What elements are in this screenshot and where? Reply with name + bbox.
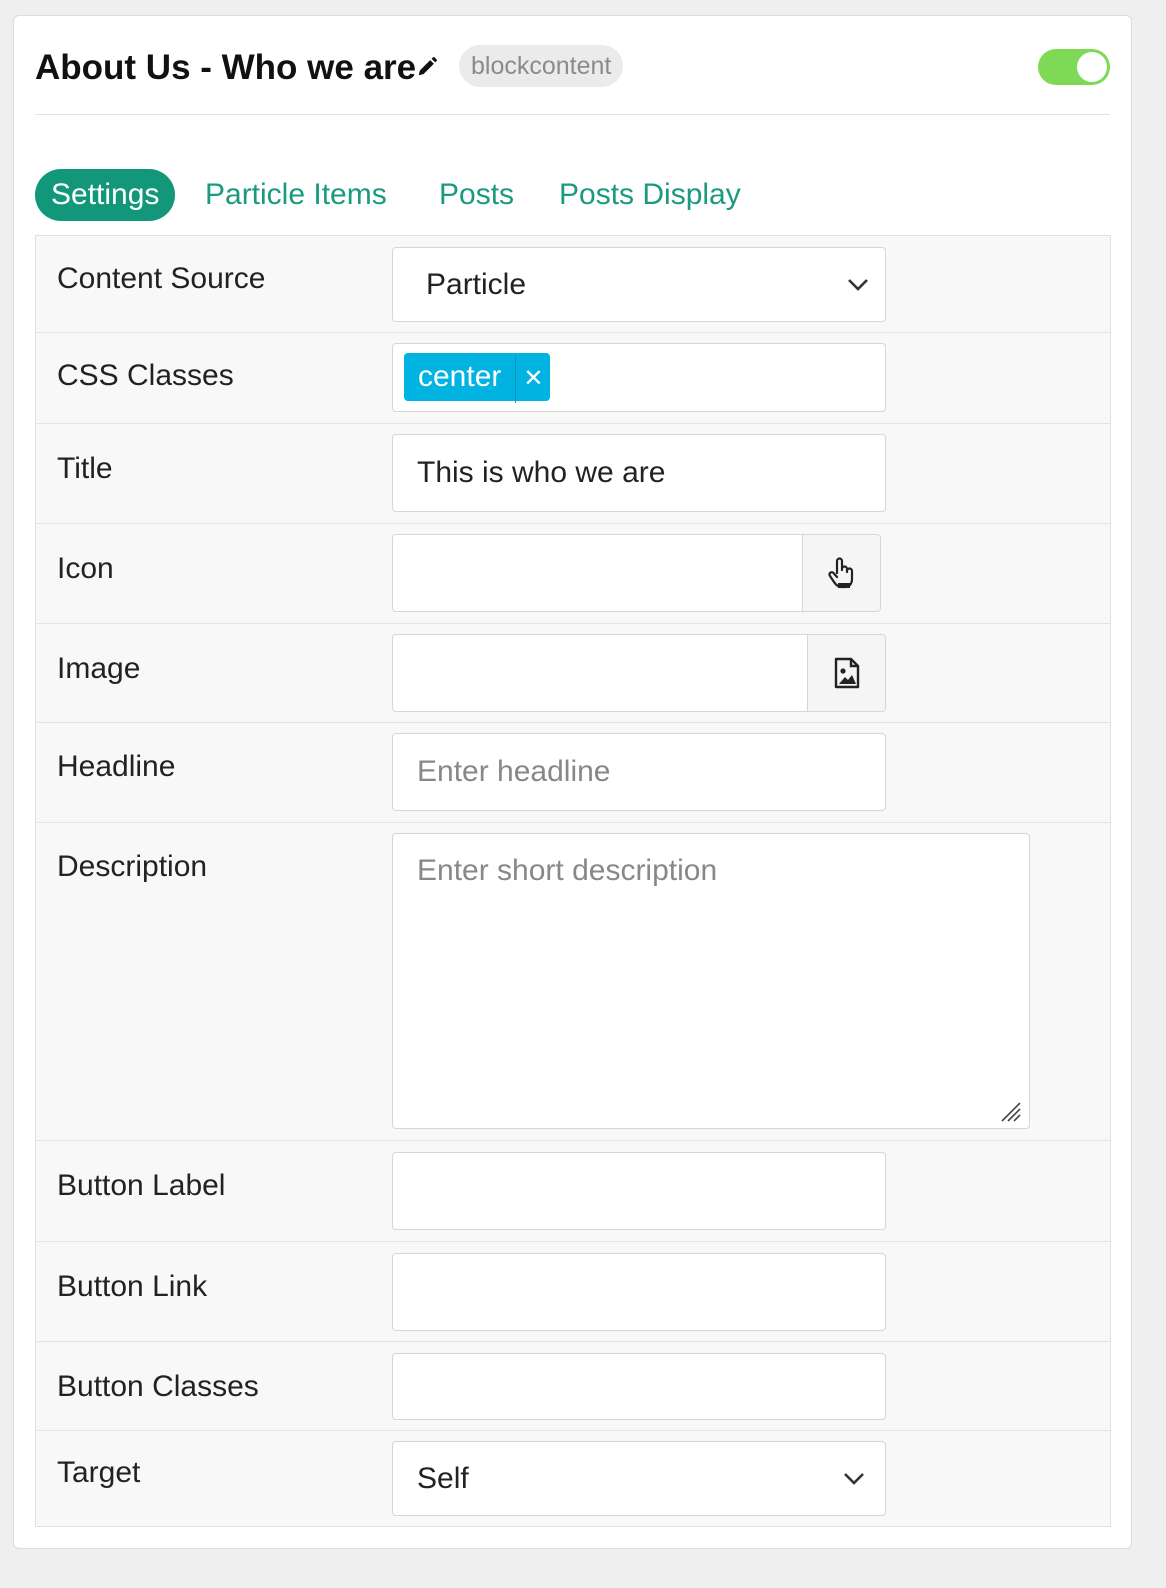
- css-class-tag: center ✕: [404, 353, 551, 403]
- title-label: Title: [57, 452, 113, 485]
- hand-pointer-icon: [827, 557, 853, 589]
- button-label-row: Button Label: [36, 1141, 1110, 1242]
- image-picker-button[interactable]: [807, 635, 885, 711]
- pencil-icon[interactable]: [416, 56, 438, 78]
- content-source-row: Content Source Particle: [36, 236, 1110, 333]
- tab-posts[interactable]: Posts: [439, 169, 514, 221]
- button-link-label: Button Link: [57, 1270, 208, 1303]
- icon-row: Icon: [36, 524, 1110, 624]
- title-input[interactable]: [392, 434, 886, 512]
- enable-toggle[interactable]: [1038, 49, 1110, 85]
- css-classes-input[interactable]: center ✕: [392, 343, 886, 412]
- target-select[interactable]: Self: [392, 1441, 886, 1516]
- headline-row: Headline: [36, 723, 1110, 823]
- toggle-knob: [1077, 52, 1107, 82]
- remove-tag-icon[interactable]: ✕: [515, 355, 550, 403]
- card-header: About Us - Who we are blockcontent: [35, 44, 1110, 115]
- target-row: Target Self: [36, 1431, 1110, 1526]
- css-classes-row: CSS Classes center ✕: [36, 333, 1110, 424]
- description-row: Description: [36, 823, 1110, 1141]
- icon-picker-button[interactable]: [802, 535, 880, 611]
- tab-posts-display[interactable]: Posts Display: [559, 169, 741, 221]
- button-classes-input[interactable]: [392, 1353, 886, 1420]
- button-link-input[interactable]: [392, 1253, 886, 1331]
- headline-label: Headline: [57, 750, 176, 783]
- image-field[interactable]: [392, 634, 886, 712]
- description-textarea[interactable]: [392, 833, 1030, 1129]
- button-classes-row: Button Classes: [36, 1342, 1110, 1431]
- content-source-select[interactable]: Particle: [392, 247, 886, 322]
- description-label: Description: [57, 850, 208, 883]
- particle-settings-card: About Us - Who we are blockcontent Setti…: [13, 15, 1132, 1549]
- headline-input[interactable]: [392, 733, 886, 811]
- css-classes-label: CSS Classes: [57, 359, 234, 392]
- image-file-icon: [834, 657, 859, 689]
- chevron-down-icon: [844, 1472, 864, 1485]
- button-label-input[interactable]: [392, 1152, 886, 1230]
- image-row: Image: [36, 624, 1110, 723]
- content-source-value: Particle: [426, 267, 527, 301]
- image-label: Image: [57, 652, 141, 685]
- content-source-label: Content Source: [57, 262, 266, 295]
- icon-field[interactable]: [392, 534, 881, 612]
- css-class-tag-label: center: [418, 360, 502, 393]
- icon-label: Icon: [57, 552, 114, 585]
- resize-grip-icon[interactable]: [998, 1099, 1022, 1123]
- target-label: Target: [57, 1456, 141, 1489]
- tab-settings[interactable]: Settings: [35, 169, 176, 221]
- button-link-row: Button Link: [36, 1242, 1110, 1342]
- button-classes-label: Button Classes: [57, 1370, 259, 1403]
- button-label-label: Button Label: [57, 1169, 226, 1202]
- block-title: About Us - Who we are: [35, 48, 417, 87]
- chevron-down-icon: [848, 278, 868, 291]
- settings-panel: Content Source Particle CSS Classes cent…: [35, 235, 1111, 1527]
- title-row: Title: [36, 424, 1110, 524]
- tab-particle-items[interactable]: Particle Items: [205, 169, 387, 221]
- target-value: Self: [417, 1461, 469, 1495]
- block-type-badge: blockcontent: [459, 45, 624, 87]
